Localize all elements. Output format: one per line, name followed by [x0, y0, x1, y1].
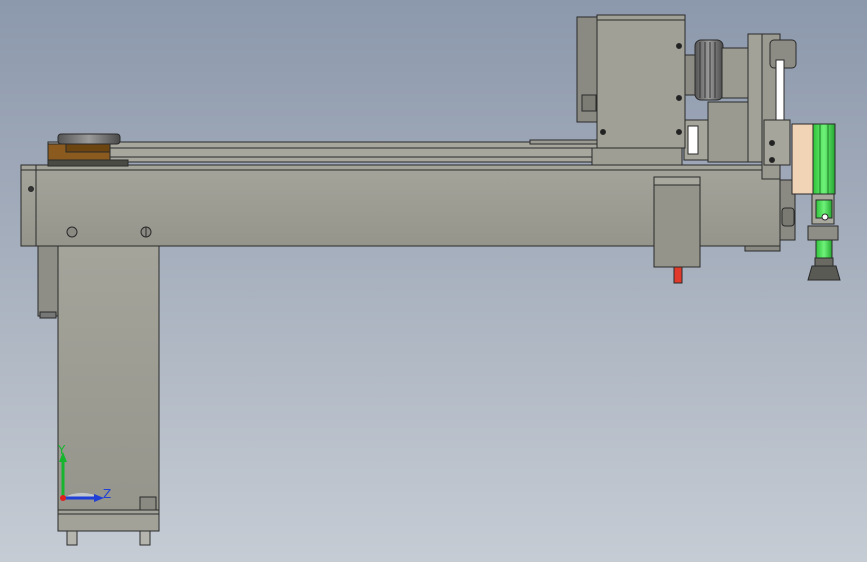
cad-viewport[interactable]: Y Z	[0, 0, 867, 562]
x-axis-dot	[60, 495, 66, 501]
vacuum-assembly	[791, 123, 841, 281]
triad-y-label: Y	[58, 443, 66, 457]
belt-rail	[47, 139, 609, 163]
servo-motor	[576, 14, 686, 149]
model-drawing[interactable]	[0, 0, 867, 562]
triad-z-label: Z	[103, 487, 112, 501]
